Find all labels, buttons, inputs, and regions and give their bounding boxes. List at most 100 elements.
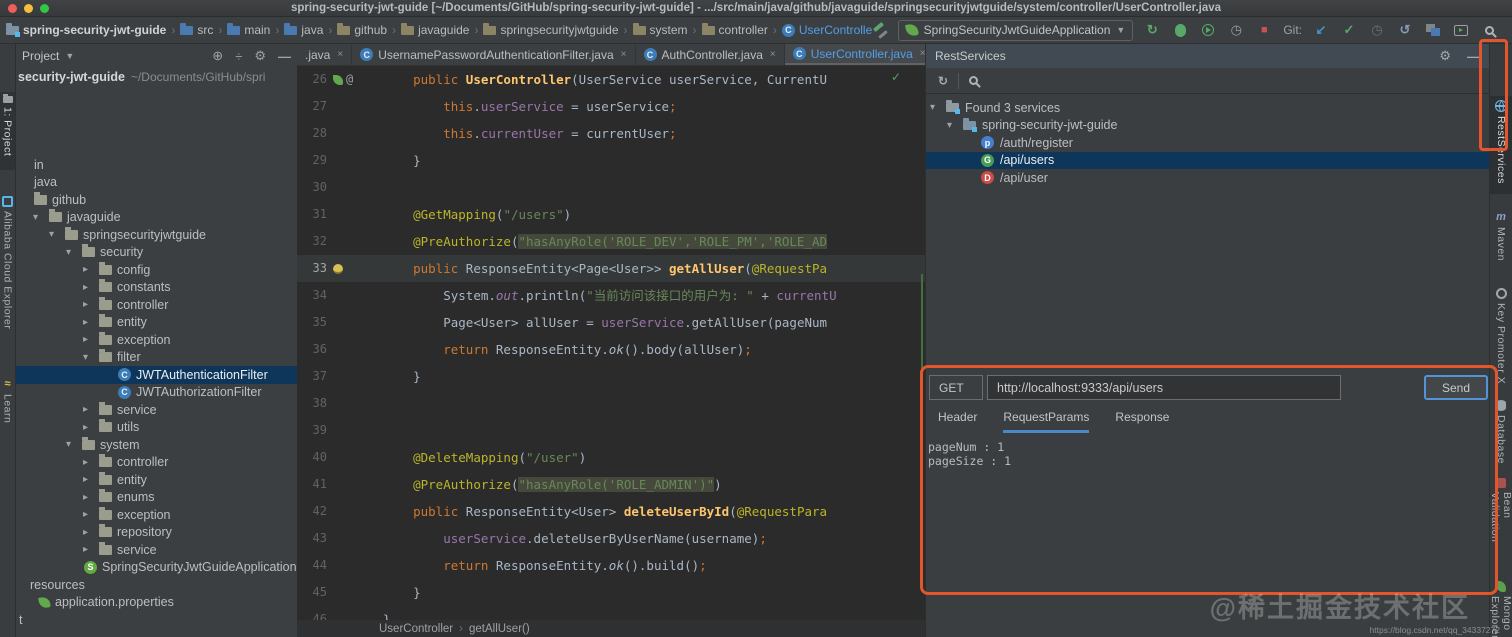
hide-panel-icon[interactable]: — (278, 49, 291, 64)
tool-strip-button-database[interactable]: Database (1490, 396, 1512, 466)
code-line[interactable]: 35 Page<User> allUser = userService.getA… (297, 309, 925, 336)
git-commit-icon[interactable]: ✓ (1340, 21, 1358, 39)
breadcrumb-item[interactable]: github (337, 23, 387, 37)
code-line[interactable]: 38 (297, 390, 925, 417)
tool-strip-button-restservices[interactable]: RestServices (1490, 96, 1512, 194)
service-item[interactable]: ▾spring-security-jwt-guide (926, 117, 1489, 135)
code-line[interactable]: 27 this.userService = userService; (297, 93, 925, 120)
code-line[interactable]: 31 @GetMapping("/users") (297, 201, 925, 228)
hide-panel-icon[interactable]: — (1467, 49, 1480, 64)
tree-arrow-icon[interactable]: ▾ (83, 352, 99, 363)
tree-item[interactable]: SSpringSecurityJwtGuideApplication (16, 559, 297, 577)
profiler-icon[interactable] (1199, 21, 1217, 39)
maximize-window-button[interactable] (40, 4, 49, 13)
gear-icon[interactable]: ⚙ (254, 48, 266, 64)
code-line[interactable]: 33 public ResponseEntity<Page<User>> get… (297, 255, 925, 282)
tree-item[interactable]: ▸service (16, 401, 297, 419)
breadcrumb-class[interactable]: UserController (379, 623, 453, 635)
breadcrumb-item[interactable]: java (284, 23, 323, 37)
tree-item[interactable]: ▸config (16, 261, 297, 279)
tree-arrow-icon[interactable]: ▸ (83, 422, 99, 433)
tree-item[interactable]: t (16, 611, 297, 629)
tree-arrow-icon[interactable]: ▾ (947, 120, 963, 131)
tree-item[interactable]: ▾springsecurityjwtguide (16, 226, 297, 244)
code-line[interactable]: 42 public ResponseEntity<User> deleteUse… (297, 498, 925, 525)
tree-item[interactable]: ▸enums (16, 489, 297, 507)
tree-item[interactable]: resources (16, 576, 297, 594)
tree-arrow-icon[interactable]: ▸ (83, 509, 99, 520)
tree-item[interactable] (16, 104, 297, 122)
tree-item[interactable]: ▾security (16, 244, 297, 262)
tree-arrow-icon[interactable]: ▸ (83, 299, 99, 310)
git-rollback-icon[interactable]: ↺ (1396, 21, 1414, 39)
tree-arrow-icon[interactable]: ▸ (83, 334, 99, 345)
breadcrumb-item[interactable]: springsecurityjwtguide (483, 23, 618, 37)
request-params-text[interactable]: pageNum : 1pageSize : 1 (928, 440, 1011, 468)
tree-item[interactable]: java (16, 174, 297, 192)
minimize-window-button[interactable] (24, 4, 33, 13)
coverage-icon[interactable]: ◷ (1227, 21, 1245, 39)
tree-arrow-icon[interactable]: ▸ (83, 317, 99, 328)
build-hammer-icon[interactable] (872, 22, 888, 38)
rest-client-tab-requestparams[interactable]: RequestParams (1003, 410, 1089, 433)
service-item[interactable]: p/auth/register (926, 134, 1489, 152)
tree-arrow-icon[interactable]: ▸ (83, 404, 99, 415)
breadcrumb-item[interactable]: spring-security-jwt-guide (6, 23, 166, 37)
breadcrumb-item[interactable]: system (633, 23, 688, 37)
tree-arrow-icon[interactable]: ▸ (83, 457, 99, 468)
tree-arrow-icon[interactable]: ▸ (83, 544, 99, 555)
tree-item[interactable]: github (16, 191, 297, 209)
tree-item[interactable]: CJWTAuthorizationFilter (16, 384, 297, 402)
breadcrumb-item[interactable]: javaguide (401, 23, 469, 37)
breadcrumb-item[interactable]: CUserController (782, 23, 872, 37)
tree-arrow-icon[interactable]: ▾ (66, 247, 82, 258)
collapse-all-icon[interactable]: ÷ (235, 49, 242, 64)
stop-icon[interactable]: ■ (1255, 21, 1273, 39)
search-everywhere-icon[interactable] (1480, 21, 1498, 39)
tool-strip-button-learn[interactable]: ≈Learn (0, 374, 15, 440)
tree-item[interactable]: ▸entity (16, 471, 297, 489)
code-line[interactable]: 36 return ResponseEntity.ok().body(allUs… (297, 336, 925, 363)
rest-client-tab-response[interactable]: Response (1115, 410, 1169, 433)
rest-client-tab-header[interactable]: Header (938, 410, 977, 433)
tree-arrow-icon[interactable]: ▸ (83, 492, 99, 503)
code-line[interactable]: 29 } (297, 147, 925, 174)
tree-item[interactable]: ▸exception (16, 331, 297, 349)
tree-item[interactable]: ▾filter (16, 349, 297, 367)
preview-icon[interactable] (1452, 21, 1470, 39)
changes-icon[interactable] (1424, 21, 1442, 39)
service-item[interactable]: D/api/user (926, 169, 1489, 187)
tree-item[interactable]: CJWTAuthenticationFilter (16, 366, 297, 384)
close-tab-icon[interactable]: × (770, 49, 776, 60)
editor-tab[interactable]: .java× (297, 44, 352, 65)
breadcrumb-item[interactable]: controller (702, 23, 768, 37)
locate-file-icon[interactable]: ⊕ (212, 48, 223, 64)
tree-item[interactable]: ▸repository (16, 524, 297, 542)
request-url-input[interactable]: http://localhost:9333/api/users (987, 375, 1341, 400)
code-line[interactable]: 43 userService.deleteUserByUserName(user… (297, 525, 925, 552)
tool-strip-button-alibaba-cloud-explorer[interactable]: Alibaba Cloud Explorer (0, 192, 15, 372)
intention-bulb-icon[interactable] (333, 264, 343, 274)
tree-item[interactable]: ▸utils (16, 419, 297, 437)
service-item[interactable]: ▾Found 3 services (926, 99, 1489, 117)
code-area[interactable]: 26@ public UserController(UserService us… (297, 66, 925, 633)
refresh-icon[interactable]: ↻ (938, 74, 948, 88)
tool-strip-button-1-project[interactable]: 1: Project (0, 92, 15, 170)
tree-item[interactable]: ▸controller (16, 296, 297, 314)
gear-icon[interactable]: ⚙ (1439, 48, 1451, 64)
editor-tab[interactable]: CAuthController.java× (636, 44, 785, 65)
tree-item[interactable]: ▸service (16, 541, 297, 559)
tree-item[interactable]: ▾system (16, 436, 297, 454)
code-line[interactable]: 26@ public UserController(UserService us… (297, 66, 925, 93)
close-tab-icon[interactable]: × (337, 49, 343, 60)
tree-arrow-icon[interactable]: ▸ (83, 527, 99, 538)
git-update-icon[interactable]: ↙ (1312, 21, 1330, 39)
close-window-button[interactable] (8, 4, 17, 13)
tree-item[interactable]: application.properties (16, 594, 297, 612)
breadcrumb-method[interactable]: getAllUser() (469, 623, 530, 635)
code-line[interactable]: 37 } (297, 363, 925, 390)
editor-tab[interactable]: CUserController.java× (785, 44, 925, 65)
code-line[interactable]: 28 this.currentUser = currentUser; (297, 120, 925, 147)
git-history-icon[interactable]: ◷ (1368, 21, 1386, 39)
code-line[interactable]: 44 return ResponseEntity.ok().build(); (297, 552, 925, 579)
